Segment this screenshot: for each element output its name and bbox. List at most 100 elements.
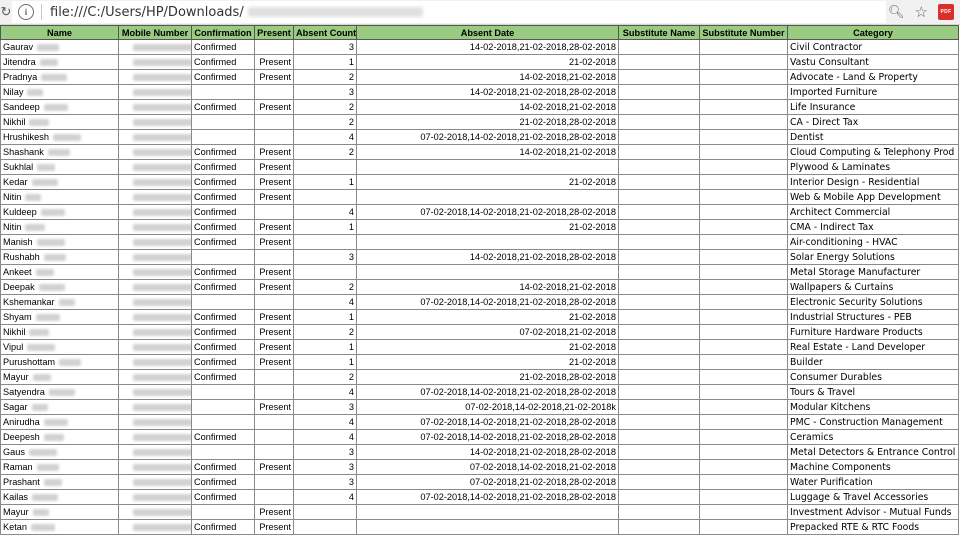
substitute-name-cell [618, 414, 700, 430]
mobile-cell [118, 414, 192, 430]
name-cell: Sagar [0, 399, 119, 415]
confirmation-cell: Confirmed [191, 54, 255, 70]
zoom-icon[interactable]: 🔍︎ [888, 4, 905, 20]
name-redacted [38, 283, 65, 291]
url-field[interactable]: i file:///C:/Users/HP/Downloads/ [12, 1, 886, 23]
name-redacted [41, 73, 68, 81]
absent-date-cell: 21-02-2018 [356, 354, 619, 370]
mobile-cell [118, 294, 192, 310]
confirmation-cell: Confirmed [191, 144, 255, 160]
absent-count-cell: 3 [293, 474, 357, 490]
substitute-name-cell [618, 354, 700, 370]
substitute-number-cell [699, 264, 788, 280]
mobile-cell [118, 519, 192, 535]
mobile-redacted [133, 343, 191, 351]
absent-count-cell: 2 [293, 144, 357, 160]
table-row: Kshemankar 4 07-02-2018,14-02-2018,21-02-2… [0, 294, 959, 310]
category-cell: CMA - Indirect Tax [787, 219, 959, 235]
substitute-name-cell [618, 174, 700, 190]
header-mobile-number: Mobile Number [118, 25, 192, 40]
table-row: Hrushikesh 4 07-02-2018,14-02-2018,21-02-2… [0, 129, 959, 145]
address-bar: ↻ i file:///C:/Users/HP/Downloads/ 🔍︎ ☆ … [0, 0, 960, 25]
table-row: Raman Confirmed Present 3 07-02-2018,14-02-2… [0, 459, 959, 475]
name-redacted [27, 343, 56, 351]
substitute-name-cell [618, 129, 700, 145]
present-cell [254, 204, 294, 220]
name-cell: Deepesh [0, 429, 119, 445]
name-text: Shashank [3, 146, 44, 157]
substitute-name-cell [618, 474, 700, 490]
name-text: Ankeet [3, 266, 32, 277]
substitute-name-cell [618, 504, 700, 520]
substitute-number-cell [699, 429, 788, 445]
confirmation-cell: Confirmed [191, 159, 255, 175]
confirmation-cell: Confirmed [191, 39, 255, 55]
name-text: Deepesh [3, 431, 40, 442]
name-cell: Purushottam [0, 354, 119, 370]
mobile-redacted [133, 493, 191, 501]
name-cell: Shashank [0, 144, 119, 160]
name-text: Sagar [3, 401, 28, 412]
name-redacted [31, 403, 48, 411]
present-cell: Present [254, 279, 294, 295]
name-redacted [58, 298, 75, 306]
mobile-cell [118, 249, 192, 265]
absent-count-cell: 2 [293, 114, 357, 130]
substitute-name-cell [618, 99, 700, 115]
present-cell: Present [254, 339, 294, 355]
mobile-redacted [133, 208, 191, 216]
name-redacted [48, 388, 75, 396]
name-text: Purushottam [3, 356, 56, 367]
confirmation-cell [191, 84, 255, 100]
info-icon[interactable]: i [18, 4, 34, 20]
category-cell: Vastu Consultant [787, 54, 959, 70]
bookmark-star-icon[interactable]: ☆ [915, 3, 928, 21]
category-cell: Advocate - Land & Property [787, 69, 959, 85]
table-header-row: Name Mobile Number Confirmation Present … [0, 25, 959, 40]
present-cell [254, 474, 294, 490]
mobile-cell [118, 279, 192, 295]
absent-count-cell: 2 [293, 279, 357, 295]
absent-date-cell: 07-02-2018,14-02-2018,21-02-2018,28-02-2… [356, 489, 619, 505]
table-body: Gaurav Confirmed 3 14-02-2018,21-02-2018,28… [0, 39, 959, 535]
table-row: Shyam Confirmed Present 1 21-02-2018 Industri… [0, 309, 959, 325]
mobile-cell [118, 369, 192, 385]
substitute-name-cell [618, 369, 700, 385]
absent-date-cell: 21-02-2018 [356, 54, 619, 70]
confirmation-cell [191, 414, 255, 430]
mobile-cell [118, 234, 192, 250]
name-redacted [25, 193, 42, 201]
substitute-name-cell [618, 294, 700, 310]
reload-icon[interactable]: ↻ [0, 0, 12, 24]
absent-date-cell: 07-02-2018,14-02-2018,21-02-2018,28-02-2… [356, 129, 619, 145]
mobile-redacted [133, 463, 191, 471]
table-row: Deepak Confirmed Present 2 14-02-2018,21-02-… [0, 279, 959, 295]
confirmation-cell [191, 114, 255, 130]
mobile-redacted [133, 508, 191, 516]
name-cell: Rushabh [0, 249, 119, 265]
mobile-redacted [133, 253, 191, 261]
substitute-number-cell [699, 174, 788, 190]
substitute-number-cell [699, 339, 788, 355]
name-redacted [28, 448, 57, 456]
present-cell: Present [254, 309, 294, 325]
table-row: Nilay 3 14-02-2018,21-02-2018,28-02-2018 Im… [0, 84, 959, 100]
pdf-extension-icon[interactable]: PDF [938, 4, 954, 20]
confirmation-cell: Confirmed [191, 339, 255, 355]
mobile-redacted [133, 418, 191, 426]
absent-date-cell: 21-02-2018 [356, 339, 619, 355]
substitute-number-cell [699, 204, 788, 220]
category-cell: Tours & Travel [787, 384, 959, 400]
name-cell: Nikhil [0, 114, 119, 130]
present-cell: Present [254, 519, 294, 535]
absent-date-cell: 07-02-2018,14-02-2018,21-02-2018,28-02-2… [356, 204, 619, 220]
category-cell: Civil Contractor [787, 39, 959, 55]
name-redacted [35, 313, 60, 321]
substitute-number-cell [699, 414, 788, 430]
name-redacted [32, 493, 59, 501]
absent-count-cell: 4 [293, 129, 357, 145]
confirmation-cell: Confirmed [191, 99, 255, 115]
absent-count-cell: 2 [293, 99, 357, 115]
mobile-redacted [133, 328, 191, 336]
mobile-redacted [133, 148, 191, 156]
